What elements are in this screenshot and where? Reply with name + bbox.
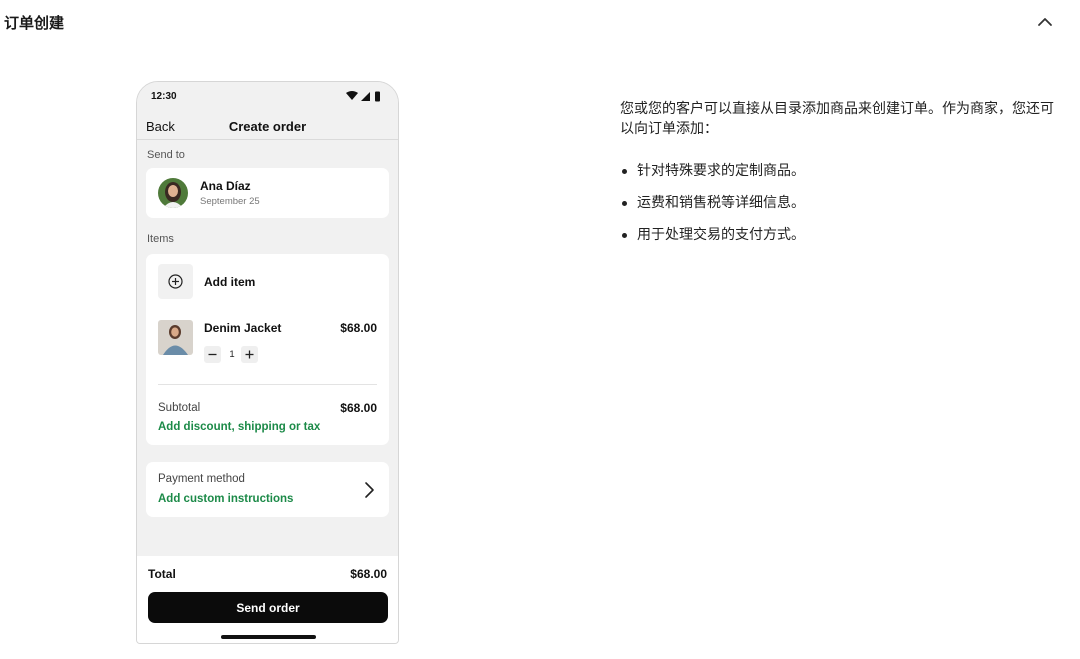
bullet-icon xyxy=(622,169,627,174)
description-list: 针对特殊要求的定制商品。 运费和销售税等详细信息。 用于处理交易的支付方式。 xyxy=(620,161,1060,257)
add-discount-link[interactable]: Add discount, shipping or tax xyxy=(158,421,320,433)
list-item: 运费和销售税等详细信息。 xyxy=(620,193,1060,225)
customer-card[interactable]: Ana Díaz September 25 xyxy=(146,168,389,218)
subtotal-value: $68.00 xyxy=(340,401,377,415)
payment-method-label: Payment method xyxy=(158,473,245,485)
status-time: 12:30 xyxy=(151,91,177,102)
list-item-text: 针对特殊要求的定制商品。 xyxy=(637,163,805,179)
send-to-label: Send to xyxy=(147,149,185,161)
total-label: Total xyxy=(148,567,176,581)
add-circle-icon xyxy=(168,274,183,289)
bullet-icon xyxy=(622,233,627,238)
product-thumbnail xyxy=(158,320,193,355)
collapse-toggle[interactable] xyxy=(1034,12,1056,32)
list-item: 针对特殊要求的定制商品。 xyxy=(620,161,1060,193)
quantity-increase-button[interactable] xyxy=(241,346,258,363)
payment-method-card[interactable]: Payment method Add custom instructions xyxy=(146,462,389,517)
nav-title: Create order xyxy=(228,119,307,134)
items-label: Items xyxy=(147,233,174,245)
avatar xyxy=(158,178,188,208)
total-value: $68.00 xyxy=(350,567,387,581)
chevron-right-icon xyxy=(365,482,374,498)
status-bar: 12:30 xyxy=(137,82,398,112)
product-price: $68.00 xyxy=(340,321,377,335)
list-item: 用于处理交易的支付方式。 xyxy=(620,225,1060,257)
battery-icon xyxy=(375,91,380,102)
nav-bar: Create order Back xyxy=(137,112,398,140)
items-card: Add item Denim Jacket $68.00 1 Subtotal xyxy=(146,254,389,445)
subtotal-label: Subtotal xyxy=(158,402,201,414)
add-instructions-link[interactable]: Add custom instructions xyxy=(158,493,293,505)
customer-date: September 25 xyxy=(200,196,260,207)
bullet-icon xyxy=(622,201,627,206)
section-title: 订单创建 xyxy=(4,14,65,32)
plus-icon xyxy=(245,350,254,359)
add-item-label[interactable]: Add item xyxy=(204,275,255,289)
quantity-value: 1 xyxy=(229,349,235,360)
send-order-button[interactable]: Send order xyxy=(148,592,388,623)
list-item-text: 用于处理交易的支付方式。 xyxy=(637,227,805,243)
add-item-button[interactable] xyxy=(158,264,193,299)
order-footer: Total $68.00 Send order xyxy=(137,556,398,643)
product-name: Denim Jacket xyxy=(204,321,282,335)
back-button[interactable]: Back xyxy=(146,119,175,134)
description-intro: 您或您的客户可以直接从目录添加商品来创建订单。作为商家，您还可以向订单添加： xyxy=(620,101,1054,137)
list-item-text: 运费和销售税等详细信息。 xyxy=(637,195,805,211)
minus-icon xyxy=(208,353,217,356)
phone-mockup: 12:30 Create order Back Send to Ana Díaz… xyxy=(136,81,399,644)
chevron-up-icon xyxy=(1038,18,1052,26)
quantity-decrease-button[interactable] xyxy=(204,346,221,363)
status-icons xyxy=(346,91,380,102)
items-divider xyxy=(158,384,377,385)
customer-name: Ana Díaz xyxy=(200,179,251,193)
wifi-icon xyxy=(346,91,358,100)
signal-icon xyxy=(361,92,370,101)
home-indicator xyxy=(221,635,316,639)
